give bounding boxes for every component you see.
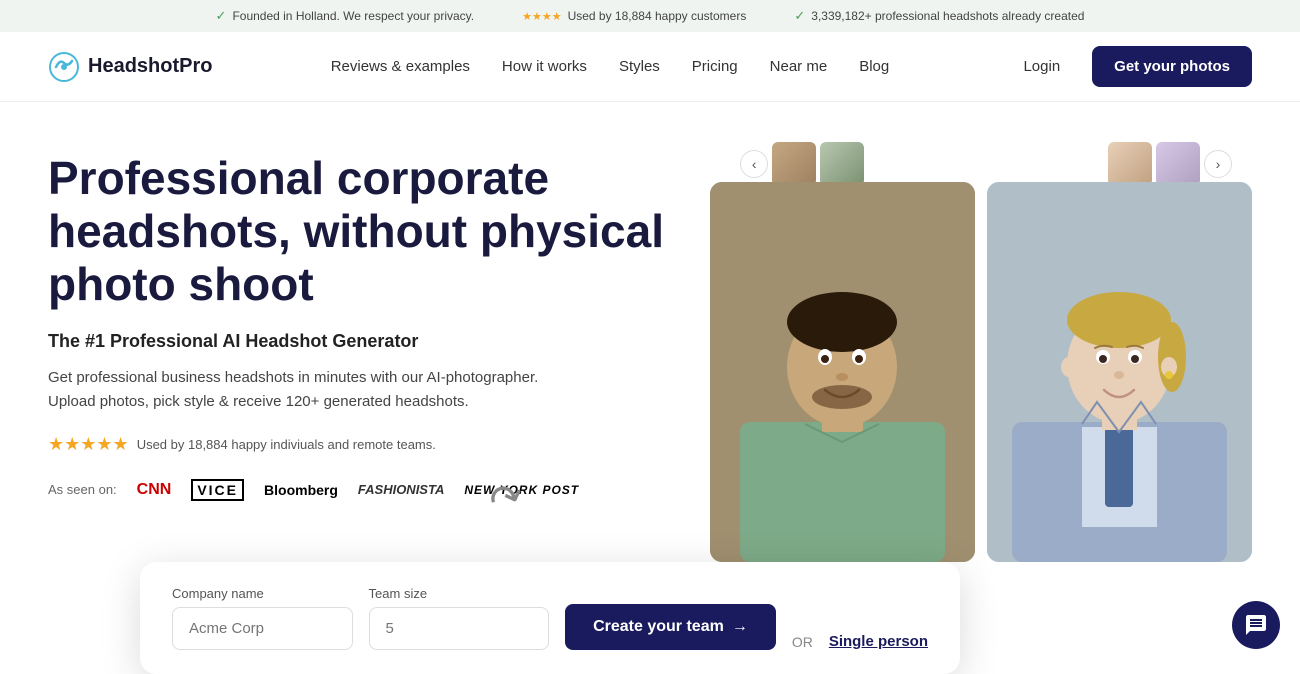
login-button[interactable]: Login <box>1007 50 1076 83</box>
prev-arrow-left[interactable]: ‹ <box>740 150 768 178</box>
logo[interactable]: HeadshotPro <box>48 51 212 83</box>
form-bar-inner: Company name Team size Create your team … <box>172 586 928 650</box>
create-team-label: Create your team <box>593 618 724 636</box>
thumb-female-1[interactable] <box>1108 142 1152 186</box>
thumb-male-2[interactable] <box>820 142 864 186</box>
get-photos-button[interactable]: Get your photos <box>1092 46 1252 87</box>
or-text: OR <box>792 634 813 650</box>
logo-text: HeadshotPro <box>88 55 212 78</box>
male-photo-svg <box>710 182 975 562</box>
hero-left: Professional corporate headshots, withou… <box>48 142 710 501</box>
banner-text-2: Used by 18,884 happy customers <box>568 9 747 23</box>
banner-text-1: Founded in Holland. We respect your priv… <box>232 9 474 23</box>
banner-item-1: ✓ Founded in Holland. We respect your pr… <box>216 8 475 24</box>
nav-styles[interactable]: Styles <box>619 58 660 75</box>
hero-desc: Get professional business headshots in m… <box>48 366 548 414</box>
single-person-link[interactable]: Single person <box>829 633 928 650</box>
check-icon-2: ✓ <box>794 8 805 24</box>
thumb-male-1[interactable] <box>772 142 816 186</box>
header-actions: Login Get your photos <box>1007 46 1252 87</box>
photo-main-male <box>710 182 975 562</box>
hero-right: ‹ › <box>710 142 1252 562</box>
team-field: Team size <box>369 586 550 650</box>
press-row: As seen on: CNN VICE Bloomberg FASHIONIS… <box>48 479 710 501</box>
thumbs-right: › <box>1108 142 1232 186</box>
header: HeadshotPro Reviews & examples How it wo… <box>0 32 1300 102</box>
press-cnn: CNN <box>137 481 172 499</box>
create-team-button[interactable]: Create your team → <box>565 604 776 650</box>
nav-pricing[interactable]: Pricing <box>692 58 738 75</box>
team-size-input[interactable] <box>369 607 550 650</box>
company-name-input[interactable] <box>172 607 353 650</box>
star-rating: ★★★★★ <box>48 434 129 455</box>
chat-icon <box>1244 613 1268 637</box>
rating-row: ★★★★★ Used by 18,884 happy indiviuals an… <box>48 434 710 455</box>
top-banner: ✓ Founded in Holland. We respect your pr… <box>0 0 1300 32</box>
nav-how-it-works[interactable]: How it works <box>502 58 587 75</box>
main-nav: Reviews & examples How it works Styles P… <box>331 58 890 75</box>
nav-reviews[interactable]: Reviews & examples <box>331 58 470 75</box>
banner-text-3: 3,339,182+ professional headshots alread… <box>811 9 1084 23</box>
arrow-icon: → <box>732 618 748 636</box>
press-label: As seen on: <box>48 482 117 497</box>
thumbs-left: ‹ <box>740 142 864 186</box>
next-arrow-right[interactable]: › <box>1204 150 1232 178</box>
team-label: Team size <box>369 586 550 601</box>
company-label: Company name <box>172 586 353 601</box>
stars-banner: ★★★★ <box>522 10 561 23</box>
rating-text: Used by 18,884 happy indiviuals and remo… <box>137 437 436 452</box>
hero-section: Professional corporate headshots, withou… <box>0 102 1300 582</box>
press-vice: VICE <box>191 479 244 501</box>
press-fashionista: FASHIONISTA <box>358 482 444 497</box>
check-icon-1: ✓ <box>216 8 227 24</box>
nav-blog[interactable]: Blog <box>859 58 889 75</box>
company-field: Company name <box>172 586 353 650</box>
female-photo-svg <box>987 182 1252 562</box>
banner-item-2: ★★★★ Used by 18,884 happy customers <box>522 9 746 23</box>
press-bloomberg: Bloomberg <box>264 482 338 498</box>
thumb-female-2[interactable] <box>1156 142 1200 186</box>
hero-subtitle: The #1 Professional AI Headshot Generato… <box>48 331 710 352</box>
photo-main-female <box>987 182 1252 562</box>
nav-near-me[interactable]: Near me <box>770 58 828 75</box>
hero-title: Professional corporate headshots, withou… <box>48 152 710 311</box>
form-bar: Company name Team size Create your team … <box>140 562 960 674</box>
chat-bubble[interactable] <box>1232 601 1280 649</box>
logo-icon <box>48 51 80 83</box>
banner-item-3: ✓ 3,339,182+ professional headshots alre… <box>794 8 1084 24</box>
